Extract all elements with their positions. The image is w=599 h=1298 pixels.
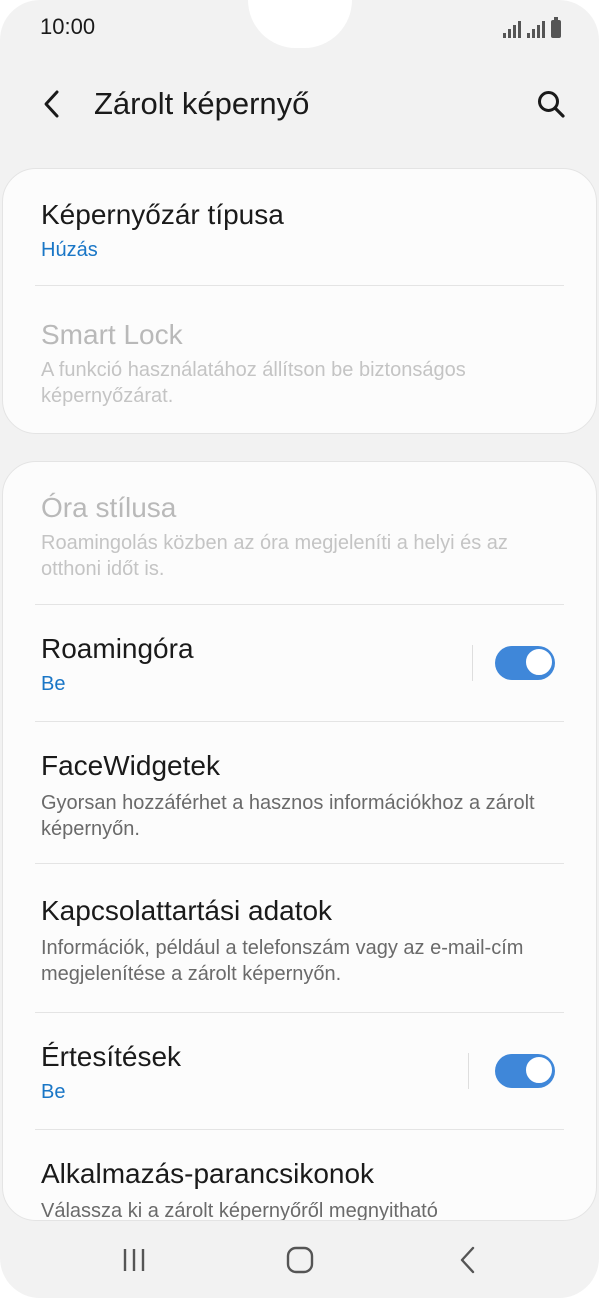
status-bar: 10:00 <box>0 0 599 56</box>
display-settings-card: Óra stílusa Roamingolás közben az óra me… <box>2 461 597 1221</box>
notifications-item[interactable]: Értesítések Be <box>3 1013 596 1129</box>
search-button[interactable] <box>527 80 575 128</box>
lock-settings-card: Képernyőzár típusa Húzás Smart Lock A fu… <box>2 168 597 434</box>
nav-back-icon <box>460 1246 475 1274</box>
clock-style-subtitle: Roamingolás közben az óra megjeleníti a … <box>41 532 508 580</box>
camera-notch <box>248 0 352 48</box>
signal-icon <box>503 20 521 38</box>
smart-lock-item: Smart Lock A funkció használatához állít… <box>3 286 596 434</box>
app-shortcuts-subtitle: Válassza ki a zárolt képernyőről megnyit… <box>41 1200 438 1221</box>
app-shortcuts-title: Alkalmazás-parancsikonok <box>41 1158 375 1189</box>
toggle-knob <box>525 648 553 676</box>
home-icon <box>286 1246 314 1274</box>
back-button[interactable] <box>30 82 74 126</box>
face-widgets-item[interactable]: FaceWidgetek Gyorsan hozzáférhet a haszn… <box>3 722 596 864</box>
recents-icon <box>123 1249 145 1271</box>
page-title: Zárolt képernyő <box>94 86 310 121</box>
notifications-title: Értesítések <box>41 1041 182 1072</box>
lock-type-value: Húzás <box>41 239 98 261</box>
smart-lock-title: Smart Lock <box>41 319 183 350</box>
app-header: Zárolt képernyő <box>0 60 599 148</box>
lock-type-item[interactable]: Képernyőzár típusa Húzás <box>3 169 596 285</box>
vertical-separator <box>468 1053 469 1089</box>
vertical-separator <box>472 645 473 681</box>
face-widgets-subtitle: Gyorsan hozzáférhet a hasznos információ… <box>41 792 535 840</box>
smart-lock-subtitle: A funkció használatához állítson be bizt… <box>41 359 466 407</box>
notifications-toggle[interactable] <box>495 1054 555 1088</box>
app-shortcuts-item[interactable]: Alkalmazás-parancsikonok Válassza ki a z… <box>3 1130 596 1221</box>
recents-button[interactable] <box>104 1232 164 1288</box>
home-button[interactable] <box>270 1232 330 1288</box>
contact-info-title: Kapcsolattartási adatok <box>41 895 333 926</box>
navigation-bar <box>0 1222 599 1298</box>
clock-style-item: Óra stílusa Roamingolás közben az óra me… <box>3 462 596 604</box>
status-time: 10:00 <box>40 14 96 39</box>
chevron-left-icon <box>44 90 59 118</box>
status-icons <box>503 16 561 38</box>
battery-icon <box>551 17 561 38</box>
contact-info-subtitle: Információk, például a telefonszám vagy … <box>41 937 524 985</box>
face-widgets-title: FaceWidgetek <box>41 750 220 781</box>
phone-screen: 10:00 Zárolt képernyő Képernyőzár típusa… <box>0 0 599 1298</box>
roaming-clock-value: Be <box>41 673 66 695</box>
roaming-clock-item[interactable]: Roamingóra Be <box>3 605 596 721</box>
search-icon <box>538 91 565 118</box>
signal-icon <box>527 20 545 38</box>
clock-style-title: Óra stílusa <box>41 492 177 523</box>
nav-back-button[interactable] <box>438 1232 498 1288</box>
roaming-clock-title: Roamingóra <box>41 633 194 664</box>
lock-type-title: Képernyőzár típusa <box>41 199 284 230</box>
contact-info-item[interactable]: Kapcsolattartási adatok Információk, pél… <box>3 864 596 1012</box>
notifications-value: Be <box>41 1081 66 1103</box>
roaming-clock-toggle[interactable] <box>495 646 555 680</box>
toggle-knob <box>525 1056 553 1084</box>
